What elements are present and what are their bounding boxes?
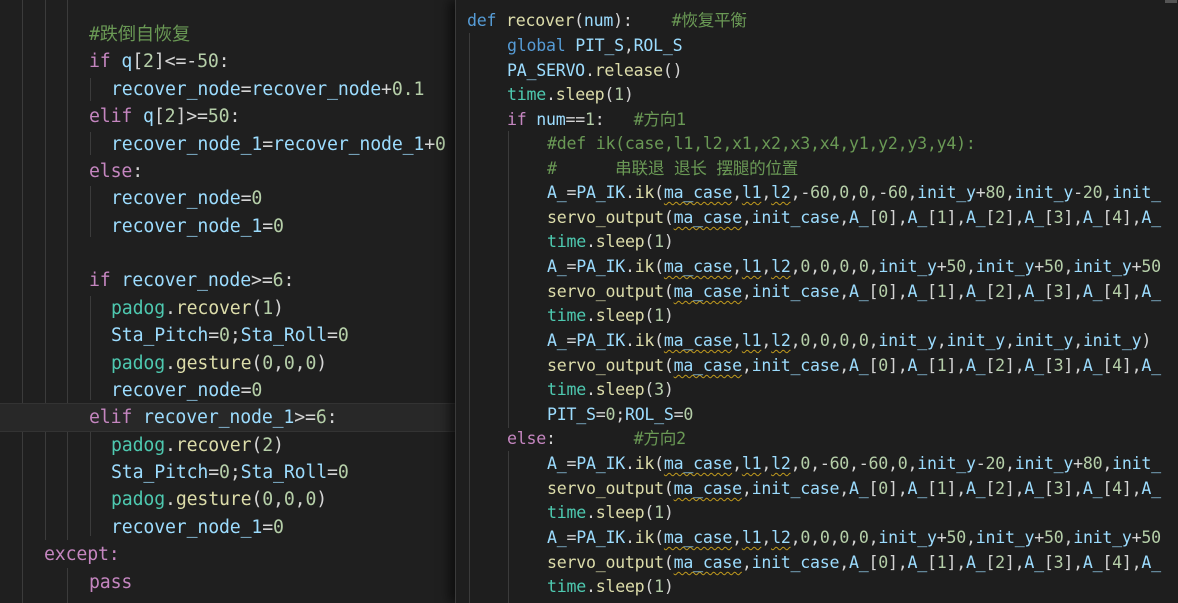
indent-guide (90, 432, 91, 536)
keyword-pass: pass (89, 572, 133, 593)
indent-guide (90, 186, 91, 237)
indent-guide (90, 132, 91, 155)
indent-guide (508, 131, 509, 428)
code-line: servo_output(ma_case,init_case,A_[0],A_[… (547, 479, 1161, 498)
code-line: servo_output(ma_case,init_case,A_[0],A_[… (547, 553, 1161, 572)
code-line: recover_node=0 (111, 380, 263, 401)
code-line: global PIT_S,ROL_S (507, 36, 683, 55)
code-line: Sta_Pitch=0;Sta_Roll=0 (111, 325, 349, 346)
code-line: padog.recover(2) (111, 435, 284, 456)
code-line: A_=PA_IK.ik(ma_case,l1,l2,0,0,0,0,init_y… (547, 528, 1161, 547)
right-editor-pane[interactable]: def recover(num): #恢复平衡 global PIT_S,ROL… (455, 0, 1178, 603)
indent-guide (469, 33, 470, 603)
code-line: servo_output(ma_case,init_case,A_[0],A_[… (547, 356, 1161, 375)
code-line: time.sleep(3) (547, 380, 674, 399)
keyword-if: if (89, 51, 111, 72)
code-line: if num==1: #方向1 (507, 110, 686, 129)
code-line: recover_node_1=0 (111, 216, 284, 237)
code-line: time.sleep(1) (547, 503, 674, 522)
comment-text: #跌倒自恢复 (89, 24, 190, 45)
code-line: else: #方向2 (507, 429, 686, 448)
indent-guide (90, 78, 91, 101)
indent-guide (22, 0, 23, 603)
indent-guide (508, 451, 509, 603)
code-line: recover_node_1=recover_node_1+0 (111, 134, 446, 155)
code-line: PA_SERVO.release() (507, 61, 683, 80)
code-line: time.sleep(1) (547, 306, 674, 325)
comment-text: # 串联退 退长 摆腿的位置 (547, 159, 799, 178)
code-line: #def ik(case,l1,l2,x1,x2,x3,x4,y1,y2,y3,… (547, 132, 1178, 156)
code-line: A_=PA_IK.ik(ma_case,l1,l2,0,-60,-60,0,in… (547, 454, 1161, 473)
code-line: padog.recover(1) (111, 298, 284, 319)
code-line: recover_node=recover_node+0.1 (111, 79, 425, 100)
comment-text: #def ik(case,l1,l2,x1,x2,x3,x4,y1,y2,y3,… (547, 134, 976, 153)
indent-guide (67, 0, 68, 540)
scrollbar-thumb[interactable] (1165, 0, 1177, 3)
indent-guide (67, 568, 68, 603)
code-line: servo_output(ma_case,init_case,A_[0],A_[… (547, 208, 1161, 227)
indent-guide (45, 0, 46, 540)
code-line: #跌倒自恢复 (89, 21, 455, 48)
code-line: servo_output(ma_case,init_case,A_[0],A_[… (547, 282, 1161, 301)
left-editor-pane[interactable]: #跌倒自恢复 if q[2]<=-50: recover_node=recove… (0, 0, 455, 603)
code-line: if recover_node>=6: (89, 270, 295, 291)
code-line: pass (89, 569, 455, 596)
code-line: except: (44, 541, 455, 568)
code-line: time.sleep(1) (507, 85, 634, 104)
code-line: elif recover_node_1>=6: (89, 407, 338, 428)
code-line: A_=PA_IK.ik(ma_case,l1,l2,0,0,0,0,init_y… (547, 257, 1161, 276)
code-line: time.sleep(1) (547, 232, 674, 251)
code-line: time.sleep(1) (547, 577, 674, 596)
code-line: # 串联退 退长 摆腿的位置 (547, 157, 1178, 181)
code-line: A_=PA_IK.ik(ma_case,l1,l2,0,0,0,0,init_y… (547, 331, 1152, 350)
code-line: padog.gesture(0,0,0) (111, 489, 328, 510)
code-line: padog.gesture(0,0,0) (111, 353, 328, 374)
code-line: A_=PA_IK.ik(ma_case,l1,l2,-60,0,0,-60,in… (547, 183, 1161, 202)
code-line: else: (89, 161, 144, 182)
indent-guide (90, 296, 91, 400)
code-line: Sta_Pitch=0;Sta_Roll=0 (111, 462, 349, 483)
code-line: PIT_S=0;ROL_S=0 (547, 405, 694, 424)
code-line: elif q[2]>=50: (89, 106, 241, 127)
code-line: recover_node_1=0 (111, 517, 284, 538)
code-line: recover_node=0 (111, 188, 263, 209)
keyword-except: except: (44, 544, 120, 565)
code-line: def recover(num): #恢复平衡 (467, 11, 747, 30)
code-line: if q[2]<=-50: (89, 51, 230, 72)
